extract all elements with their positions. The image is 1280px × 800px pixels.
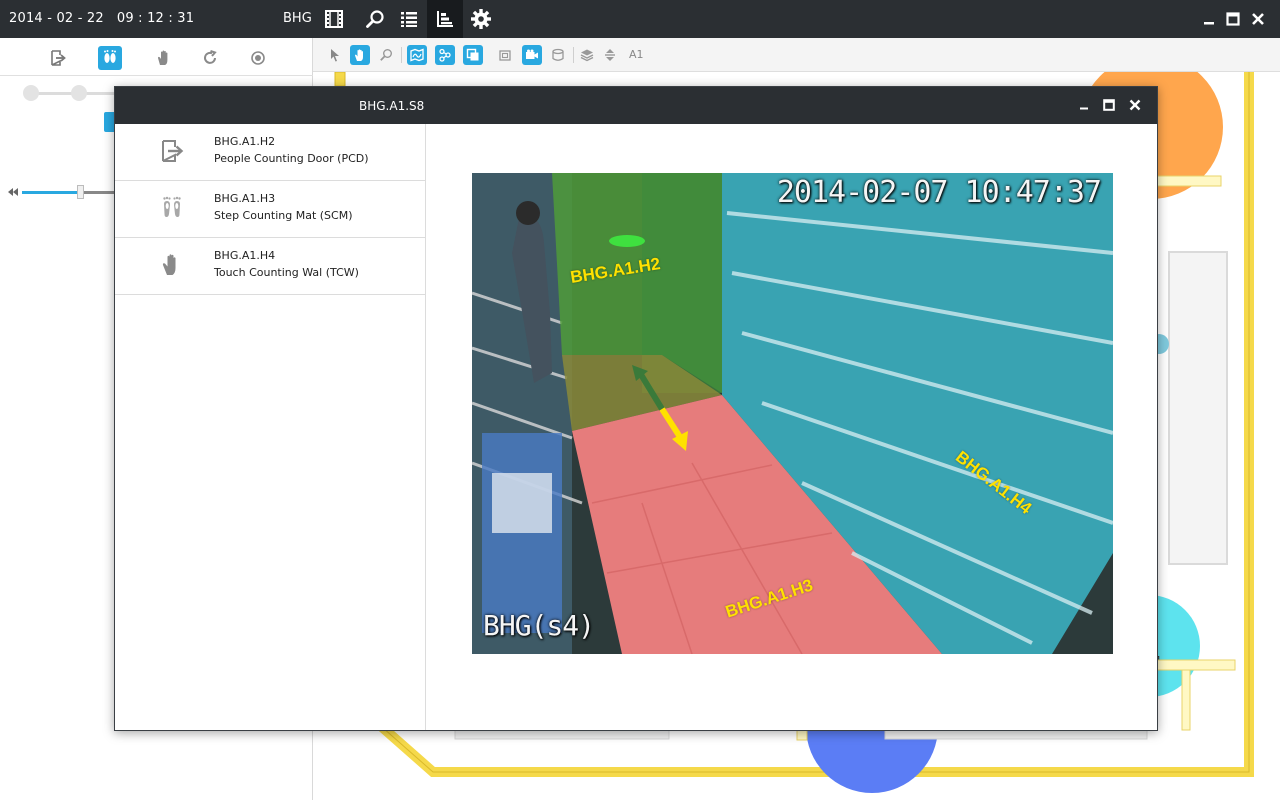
minimize-icon[interactable]: [1198, 8, 1220, 30]
maximize-icon[interactable]: [1222, 8, 1244, 30]
list-item[interactable]: BHG.A1.H4 Touch Counting Wal (TCW): [115, 238, 425, 295]
footprints-icon: [159, 195, 185, 221]
film-icon[interactable]: [316, 0, 352, 38]
shelf-strip: [1152, 659, 1236, 671]
redo-icon[interactable]: [198, 46, 222, 70]
range-slider-end-handle[interactable]: [71, 85, 87, 101]
maximize-icon[interactable]: [1099, 95, 1119, 115]
zoom-icon[interactable]: [376, 45, 396, 65]
pan-hand-icon[interactable]: [350, 45, 370, 65]
sensor-code: BHG.A1.H3: [214, 192, 276, 205]
playback-slider-remaining: [84, 191, 116, 194]
map-toolbar: A1: [313, 38, 1280, 72]
playback-slider-thumb[interactable]: [77, 185, 84, 199]
wall-segment: [334, 72, 346, 87]
list-icon[interactable]: [391, 0, 427, 38]
green-marker: [609, 235, 645, 247]
hand-icon: [159, 252, 185, 278]
current-datetime: 2014 - 02 - 22 09 : 12 : 31: [9, 11, 195, 26]
minimize-icon[interactable]: [1074, 95, 1094, 115]
shelf-strip: [1181, 669, 1191, 731]
floor-label: A1: [629, 48, 644, 61]
sensor-description: Step Counting Mat (SCM): [214, 209, 353, 222]
shelf-strip: [796, 729, 808, 741]
sensor-description: Touch Counting Wal (TCW): [214, 266, 359, 279]
elevation-icon[interactable]: [600, 45, 620, 65]
camera-name: BHG(s4): [483, 609, 595, 642]
camera-icon[interactable]: [522, 45, 542, 65]
cylinder-icon[interactable]: [548, 45, 568, 65]
sensor-list: BHG.A1.H2 People Counting Door (PCD) BHG…: [115, 124, 426, 730]
gear-icon[interactable]: [463, 0, 499, 38]
close-icon[interactable]: [1247, 8, 1269, 30]
sensor-type-toolbar: [0, 38, 313, 76]
sensor-description: People Counting Door (PCD): [214, 152, 369, 165]
hand-icon[interactable]: [152, 46, 176, 70]
camera-feed[interactable]: 2014-02-07 10:47:37 BHG(s4) BHG.A1.H2 BH…: [472, 173, 1113, 654]
range-slider-start-handle[interactable]: [23, 85, 39, 101]
toolbar-separator: [573, 47, 574, 63]
camera-timestamp: 2014-02-07 10:47:37: [776, 175, 1102, 210]
search-icon[interactable]: [357, 0, 393, 38]
close-icon[interactable]: [1125, 95, 1145, 115]
nodes-icon[interactable]: [435, 45, 455, 65]
shelf-unit: [1168, 251, 1228, 565]
map-layer-icon[interactable]: [407, 45, 427, 65]
list-item[interactable]: BHG.A1.H2 People Counting Door (PCD): [115, 124, 425, 181]
sensor-code: BHG.A1.H2: [214, 135, 276, 148]
sensor-code: BHG.A1.H4: [214, 249, 276, 262]
layers-icon[interactable]: [577, 45, 597, 65]
copy-icon[interactable]: [463, 45, 483, 65]
door-exit-icon[interactable]: [46, 46, 70, 70]
left-product-box: [492, 473, 552, 533]
record-icon[interactable]: [246, 46, 270, 70]
cursor-icon[interactable]: [325, 45, 345, 65]
site-label: BHG: [283, 11, 312, 26]
bar-chart-icon[interactable]: [427, 0, 463, 38]
dialog-title-bar[interactable]: BHG.A1.S8: [115, 87, 1157, 124]
list-item[interactable]: BHG.A1.H3 Step Counting Mat (SCM): [115, 181, 425, 238]
door-exit-icon: [159, 138, 185, 164]
app-top-bar: 2014 - 02 - 22 09 : 12 : 31 BHG: [0, 0, 1280, 38]
toolbar-separator: [401, 47, 402, 63]
box-icon[interactable]: [495, 45, 515, 65]
rewind-icon[interactable]: [6, 184, 20, 198]
footprints-icon[interactable]: [98, 46, 122, 70]
person-head: [516, 201, 540, 225]
sensor-detail-dialog: BHG.A1.S8 BHG.A1.H2 People Counting Door…: [114, 86, 1158, 731]
dialog-title: BHG.A1.S8: [359, 99, 425, 113]
